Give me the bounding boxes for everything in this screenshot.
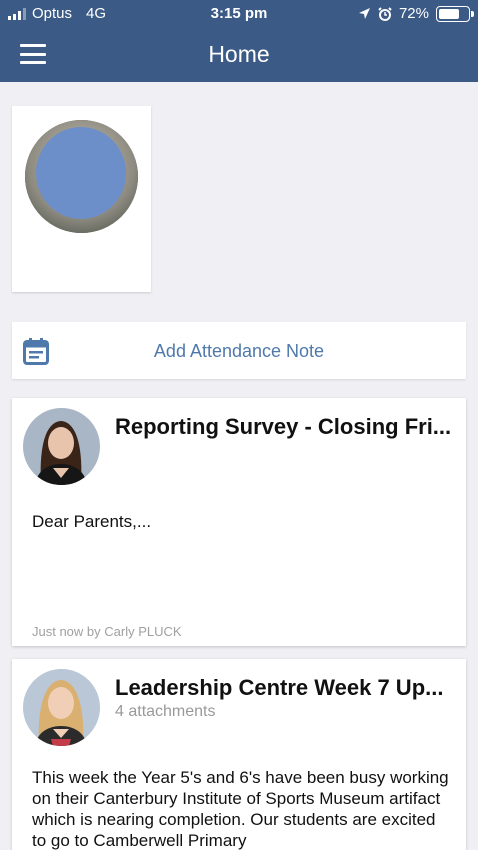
- author-avatar: [23, 408, 100, 485]
- post-card[interactable]: Leadership Centre Week 7 Up... 4 attachm…: [12, 659, 466, 850]
- post-attachments-count: 4 attachments: [115, 703, 216, 720]
- post-title: Reporting Survey - Closing Fri...: [115, 414, 452, 439]
- location-arrow-icon: [358, 8, 370, 19]
- alarm-icon: [378, 6, 392, 21]
- post-card[interactable]: Reporting Survey - Closing Fri... Dear P…: [12, 398, 466, 646]
- author-avatar: [23, 669, 100, 746]
- student-profile-card[interactable]: [12, 106, 151, 292]
- post-excerpt: This week the Year 5's and 6's have been…: [32, 768, 449, 850]
- battery-icon: [436, 5, 474, 22]
- avatar-privacy-blur: [36, 127, 126, 219]
- post-meta: Just now by Carly PLUCK: [32, 624, 182, 639]
- status-bar: Optus 4G 3:15 pm 72%: [0, 0, 478, 28]
- nav-bar: Home: [0, 28, 478, 82]
- status-right: 72%: [358, 5, 474, 22]
- post-excerpt: Dear Parents,...: [32, 512, 152, 531]
- add-attendance-note-button[interactable]: Add Attendance Note: [12, 322, 466, 379]
- battery-percent: 72%: [398, 5, 429, 22]
- add-attendance-note-label: Add Attendance Note: [153, 341, 325, 361]
- page-title: Home: [208, 41, 270, 67]
- post-title: Leadership Centre Week 7 Up...: [115, 675, 444, 700]
